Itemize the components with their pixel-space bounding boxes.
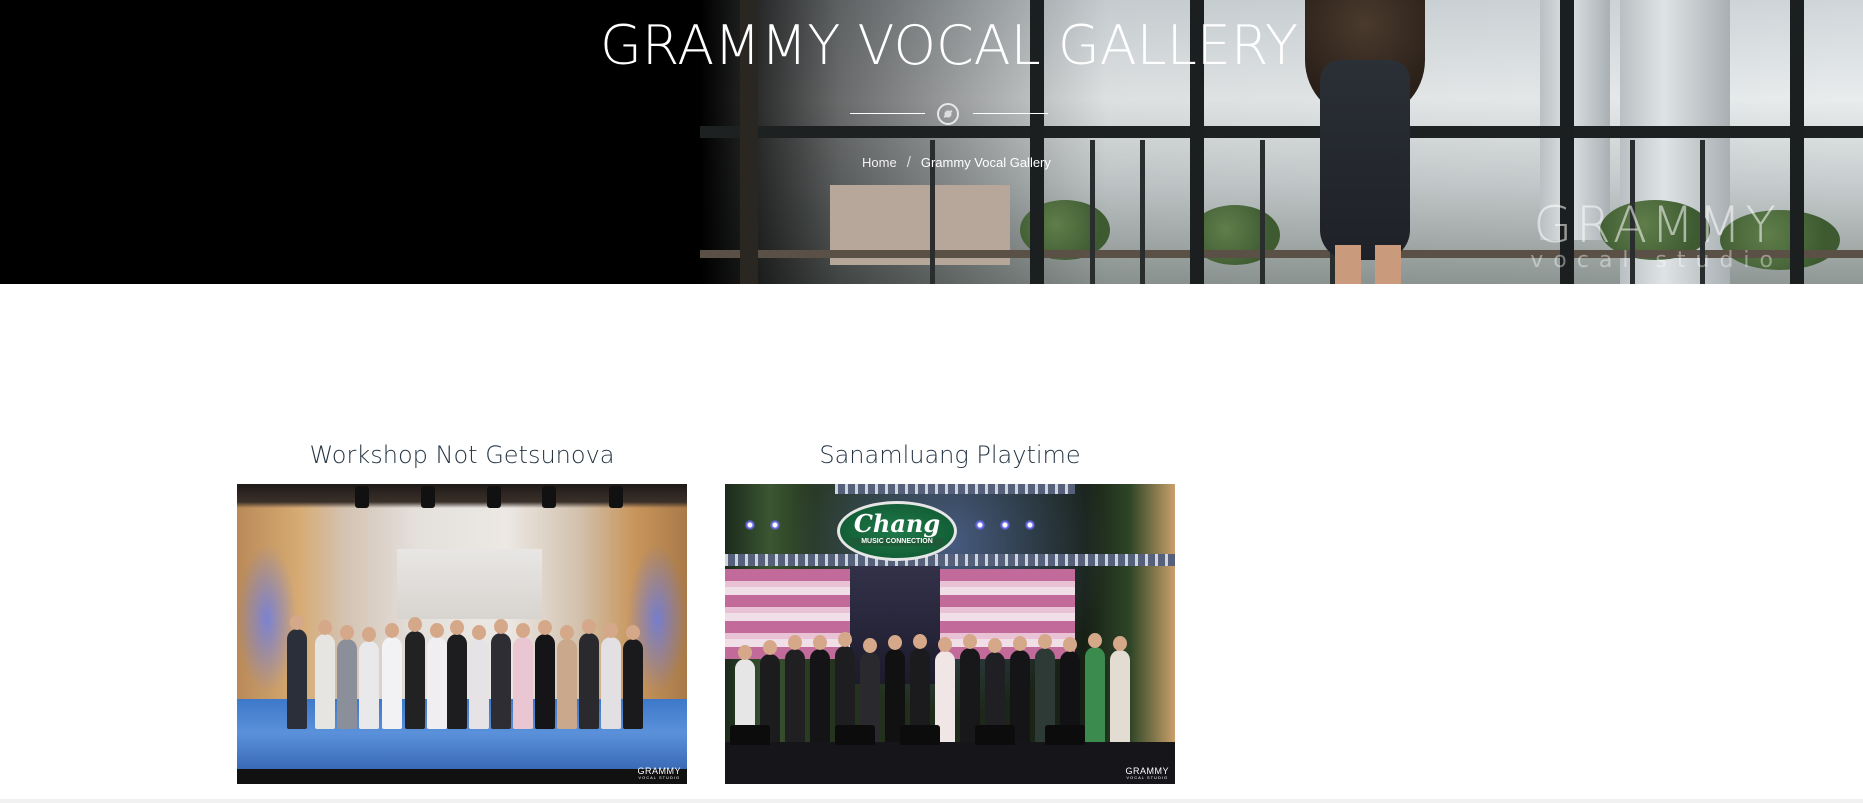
divider-line (850, 113, 925, 114)
group-photo-people (287, 599, 657, 729)
breadcrumb: Home / Grammy Vocal Gallery (862, 154, 1051, 171)
group-photo-people (725, 624, 1175, 744)
cd-disc-icon (937, 103, 959, 125)
gallery-item-title[interactable]: Workshop Not Getsunova (237, 435, 687, 475)
breadcrumb-separator: / (906, 154, 911, 171)
window-frame (1140, 140, 1145, 284)
chang-sign: Chang MUSIC CONNECTION (837, 501, 957, 561)
sign-text: Chang (853, 509, 941, 538)
sign-sub: MUSIC CONNECTION (850, 538, 944, 546)
title-divider (850, 100, 1048, 130)
gallery-thumbnail-concert[interactable]: Chang MUSIC CONNECTION GRAMMY VOCAL STUD… (725, 484, 1175, 784)
gallery-item[interactable]: Workshop Not Getsunova GRAMMY VOCAL STUD… (237, 435, 687, 784)
grammy-logo: GRAMMY VOCAL STUDIO (1126, 767, 1170, 780)
grammy-logo: GRAMMY VOCAL STUDIO (638, 767, 682, 780)
window-frame (1090, 140, 1095, 284)
gallery-thumbnail-workshop[interactable]: GRAMMY VOCAL STUDIO (237, 484, 687, 784)
page-title: GRAMMY VOCAL GALLERY (600, 14, 1298, 77)
stage-light-icon (609, 486, 623, 508)
stage-light-icon (542, 486, 556, 508)
hero-banner: GRAMMY vocal studio GRAMMY VOCAL GALLERY… (0, 0, 1863, 284)
thumb-logo-sub: VOCAL STUDIO (638, 775, 681, 780)
stage-light-icon (421, 486, 435, 508)
divider-line (973, 113, 1048, 114)
watermark-sub: vocal studio (1530, 248, 1783, 273)
breadcrumb-home-link[interactable]: Home (862, 155, 897, 170)
page-bottom-border (0, 799, 1863, 803)
window-frame (1260, 140, 1265, 284)
watermark-brand: GRAMMY (1533, 196, 1780, 254)
gallery-item-title[interactable]: Sanamluang Playtime (725, 435, 1175, 475)
stage-light-icon (355, 486, 369, 508)
breadcrumb-current: Grammy Vocal Gallery (920, 155, 1051, 170)
stage-light-icon (487, 486, 501, 508)
grammy-vocal-studio-watermark: GRAMMY vocal studio (1530, 200, 1783, 272)
thumb-logo-sub: VOCAL STUDIO (1126, 775, 1169, 780)
gallery-item[interactable]: Sanamluang Playtime Chang MUSIC CONNECTI… (725, 435, 1175, 784)
